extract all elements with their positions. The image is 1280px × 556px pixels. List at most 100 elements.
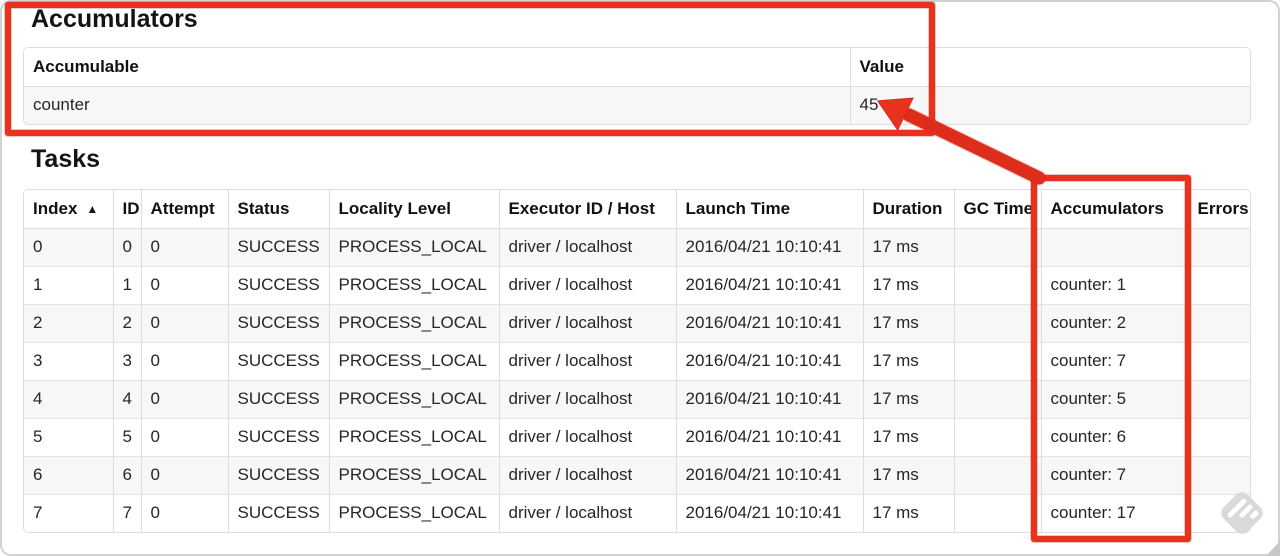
cell-locality-level: PROCESS_LOCAL bbox=[329, 417, 500, 456]
cell-gc-time bbox=[954, 265, 1042, 304]
cell-locality-level: PROCESS_LOCAL bbox=[329, 455, 500, 494]
cell-gc-time bbox=[954, 379, 1042, 418]
cell-gc-time bbox=[954, 417, 1042, 456]
cell-executor-id-host: driver / localhost bbox=[499, 379, 677, 418]
cell-index: 2 bbox=[24, 303, 114, 342]
cell-duration: 17 ms bbox=[863, 341, 955, 380]
cell-executor-id-host: driver / localhost bbox=[499, 265, 677, 304]
cell-accumulators: counter: 2 bbox=[1041, 303, 1189, 342]
cell-executor-id-host: driver / localhost bbox=[499, 228, 677, 266]
cell-gc-time bbox=[954, 493, 1042, 532]
column-header-locality-level[interactable]: Locality Level bbox=[329, 190, 500, 229]
column-header-duration[interactable]: Duration bbox=[863, 190, 955, 229]
cell-executor-id-host: driver / localhost bbox=[499, 303, 677, 342]
column-header-status[interactable]: Status bbox=[228, 190, 330, 229]
cell-duration: 17 ms bbox=[863, 455, 955, 494]
cell-launch-time: 2016/04/21 10:10:41 bbox=[676, 379, 864, 418]
table-row: 2 2 0 SUCCESS PROCESS_LOCAL driver / localhos… bbox=[24, 303, 1250, 342]
cell-duration: 17 ms bbox=[863, 417, 955, 456]
table-row: 4 4 0 SUCCESS PROCESS_LOCAL driver / localhos… bbox=[24, 379, 1250, 418]
column-header-launch-time[interactable]: Launch Time bbox=[676, 190, 864, 229]
header-row: Index ▲ ID Attempt Status Locality Level Execu… bbox=[24, 190, 1250, 229]
column-header-executor-id-host[interactable]: Executor ID / Host bbox=[499, 190, 677, 229]
cell-locality-level: PROCESS_LOCAL bbox=[329, 379, 500, 418]
column-header-accumulators[interactable]: Accumulators bbox=[1041, 190, 1189, 229]
cell-accumulators: counter: 6 bbox=[1041, 417, 1189, 456]
table-row: 6 6 0 SUCCESS PROCESS_LOCAL driver / localhos… bbox=[24, 455, 1250, 494]
cell-index: 0 bbox=[24, 228, 114, 266]
cell-index: 1 bbox=[24, 265, 114, 304]
cell-index: 7 bbox=[24, 493, 114, 532]
cell-accumulators: counter: 17 bbox=[1041, 493, 1189, 532]
cell-attempt: 0 bbox=[141, 455, 229, 494]
cell-executor-id-host: driver / localhost bbox=[499, 493, 677, 532]
cell-status: SUCCESS bbox=[228, 417, 330, 456]
cell-errors bbox=[1188, 341, 1250, 380]
cell-executor-id-host: driver / localhost bbox=[499, 455, 677, 494]
cell-id: 0 bbox=[113, 228, 142, 266]
table-row: 3 3 0 SUCCESS PROCESS_LOCAL driver / localhos… bbox=[24, 341, 1250, 380]
tasks-section-title: Tasks bbox=[31, 145, 101, 173]
column-header-gc-time[interactable]: GC Time bbox=[954, 190, 1042, 229]
cell-errors bbox=[1188, 455, 1250, 494]
column-header-id[interactable]: ID bbox=[113, 190, 142, 229]
cell-launch-time: 2016/04/21 10:10:41 bbox=[676, 341, 864, 380]
cell-id: 4 bbox=[113, 379, 142, 418]
cell-index: 4 bbox=[24, 379, 114, 418]
cell-duration: 17 ms bbox=[863, 379, 955, 418]
cell-duration: 17 ms bbox=[863, 303, 955, 342]
cell-status: SUCCESS bbox=[228, 265, 330, 304]
cell-attempt: 0 bbox=[141, 379, 229, 418]
column-header-value: Value bbox=[850, 48, 1250, 87]
cell-launch-time: 2016/04/21 10:10:41 bbox=[676, 265, 864, 304]
column-header-index[interactable]: Index ▲ bbox=[24, 190, 114, 229]
table-row: 7 7 0 SUCCESS PROCESS_LOCAL driver / localhos… bbox=[24, 493, 1250, 532]
cell-status: SUCCESS bbox=[228, 303, 330, 342]
cell-id: 7 bbox=[113, 493, 142, 532]
cell-accumulators: counter: 5 bbox=[1041, 379, 1189, 418]
cell-attempt: 0 bbox=[141, 228, 229, 266]
cell-attempt: 0 bbox=[141, 493, 229, 532]
cell-status: SUCCESS bbox=[228, 493, 330, 532]
cell-id: 5 bbox=[113, 417, 142, 456]
cell-duration: 17 ms bbox=[863, 493, 955, 532]
column-header-accumulable: Accumulable bbox=[24, 48, 851, 87]
table-row: 5 5 0 SUCCESS PROCESS_LOCAL driver / localhos… bbox=[24, 417, 1250, 456]
cell-index: 6 bbox=[24, 455, 114, 494]
cell-errors bbox=[1188, 417, 1250, 456]
accumulators-table: Accumulable Value counter 45 bbox=[23, 47, 1251, 125]
cell-gc-time bbox=[954, 341, 1042, 380]
cell-attempt: 0 bbox=[141, 417, 229, 456]
table-row: counter 45 bbox=[24, 86, 1250, 124]
cell-id: 1 bbox=[113, 265, 142, 304]
sort-ascending-icon: ▲ bbox=[86, 201, 99, 216]
cell-errors bbox=[1188, 379, 1250, 418]
cell-gc-time bbox=[954, 228, 1042, 266]
cell-attempt: 0 bbox=[141, 341, 229, 380]
cell-attempt: 0 bbox=[141, 303, 229, 342]
cell-executor-id-host: driver / localhost bbox=[499, 341, 677, 380]
cell-status: SUCCESS bbox=[228, 455, 330, 494]
cell-status: SUCCESS bbox=[228, 379, 330, 418]
cell-value: 45 bbox=[859, 95, 879, 115]
cell-launch-time: 2016/04/21 10:10:41 bbox=[676, 228, 864, 266]
tasks-table: Index ▲ ID Attempt Status Locality Level Execu… bbox=[23, 189, 1251, 533]
cell-errors bbox=[1188, 493, 1250, 532]
cell-status: SUCCESS bbox=[228, 341, 330, 380]
cell-errors bbox=[1188, 228, 1250, 266]
corner-shape bbox=[1266, 541, 1280, 556]
cell-locality-level: PROCESS_LOCAL bbox=[329, 303, 500, 342]
cell-launch-time: 2016/04/21 10:10:41 bbox=[676, 417, 864, 456]
cell-id: 3 bbox=[113, 341, 142, 380]
cell-accumulators: counter: 7 bbox=[1041, 341, 1189, 380]
column-header-errors[interactable]: Errors bbox=[1188, 190, 1250, 229]
accumulators-section-title: Accumulators bbox=[31, 5, 198, 33]
header-row: Accumulable Value bbox=[24, 48, 1250, 87]
table-row: 1 1 0 SUCCESS PROCESS_LOCAL driver / localhos… bbox=[24, 265, 1250, 304]
cell-locality-level: PROCESS_LOCAL bbox=[329, 228, 500, 266]
cell-accumulators: counter: 1 bbox=[1041, 265, 1189, 304]
cell-id: 6 bbox=[113, 455, 142, 494]
cell-launch-time: 2016/04/21 10:10:41 bbox=[676, 303, 864, 342]
cell-duration: 17 ms bbox=[863, 265, 955, 304]
column-header-attempt[interactable]: Attempt bbox=[141, 190, 229, 229]
